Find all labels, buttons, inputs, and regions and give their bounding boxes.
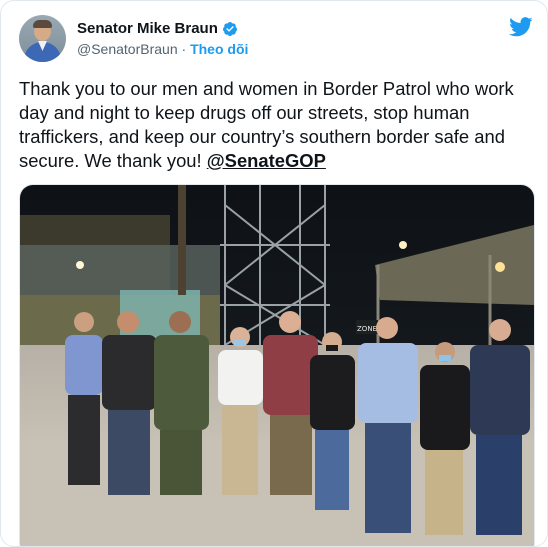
mention-link[interactable]: @SenateGOP — [207, 150, 326, 171]
tweet-header: Senator Mike Braun @SenatorBraun · Theo … — [19, 15, 533, 65]
verified-badge-icon — [222, 21, 237, 36]
group-photo-illustration: ZONE — [20, 185, 534, 546]
separator-dot: · — [181, 41, 187, 57]
tweet-card[interactable]: Senator Mike Braun @SenatorBraun · Theo … — [0, 0, 548, 547]
author-name[interactable]: Senator Mike Braun — [77, 20, 218, 37]
follow-button[interactable]: Theo dõi — [190, 41, 248, 57]
photo-sign-text: ZONE — [357, 325, 377, 333]
author-handle-row: @SenatorBraun · Theo dõi — [77, 41, 248, 57]
twitter-bird-icon[interactable] — [509, 17, 533, 37]
avatar[interactable] — [19, 15, 66, 62]
tweet-photo[interactable]: ZONE — [19, 184, 535, 546]
author-name-row: Senator Mike Braun — [77, 20, 238, 37]
tweet-text: Thank you to our men and women in Border… — [19, 77, 535, 173]
author-handle[interactable]: @SenatorBraun — [77, 41, 178, 57]
